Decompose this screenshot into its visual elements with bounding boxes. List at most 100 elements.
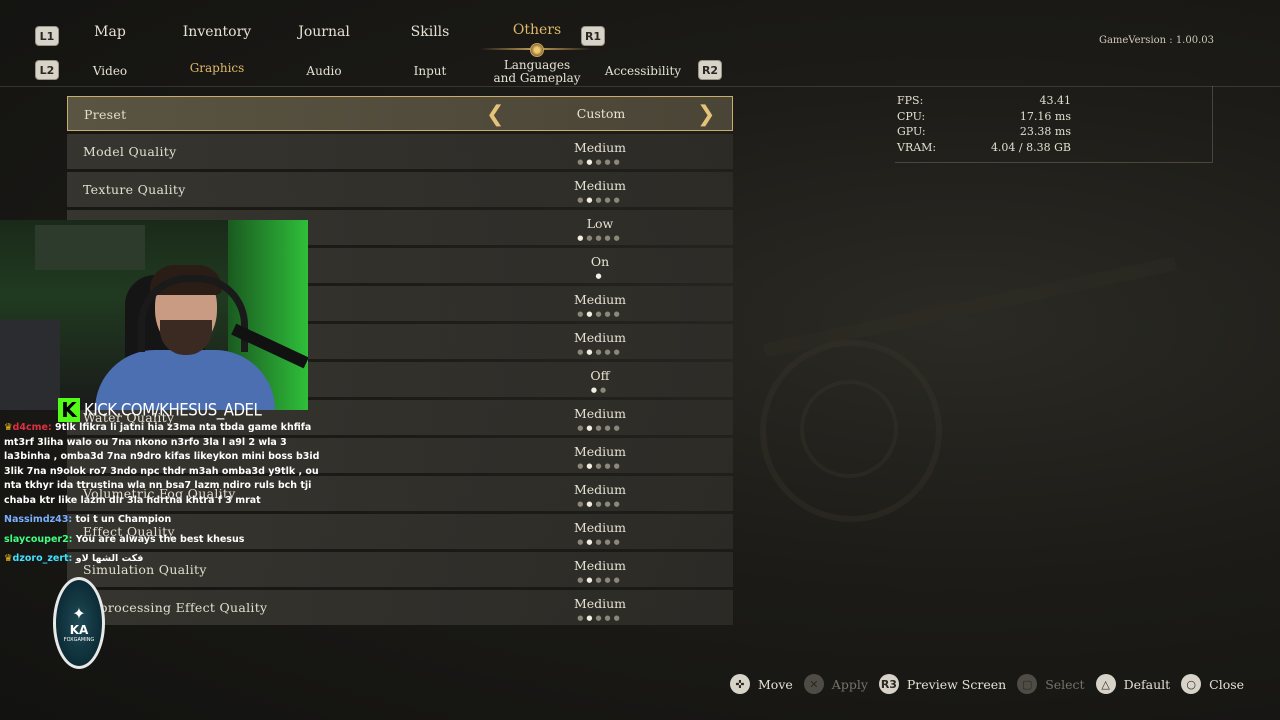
tab-map[interactable]: Map	[88, 24, 132, 40]
background-wheel-hub	[800, 380, 898, 478]
control-hint-preview-screen[interactable]: R3 Preview Screen	[878, 674, 1007, 694]
stat-row: CPU: 17.16 ms	[897, 110, 1071, 126]
setting-level-indicator: ●●●●●	[517, 234, 683, 242]
setting-level-indicator: ●●●●●	[517, 158, 683, 166]
level-dot: ●	[595, 614, 605, 622]
tab-audio[interactable]: Audio	[300, 65, 348, 78]
logo-badge-caption: FOXGAMING	[63, 636, 95, 643]
webcam-wall-poster	[35, 225, 145, 270]
level-dot: ●	[613, 576, 623, 584]
level-dot: ●	[613, 538, 623, 546]
setting-value: Medium	[573, 558, 627, 573]
setting-label: st-processing Effect Quality	[83, 600, 268, 615]
setting-value: Off	[590, 368, 610, 383]
level-dot: ●	[595, 310, 605, 318]
level-dot: ●	[595, 424, 605, 432]
cross-button-icon: ✕	[803, 674, 824, 694]
chevron-right-icon[interactable]: ❯	[697, 102, 715, 127]
crown-badge-icon: ♛	[4, 553, 13, 564]
level-dot: ●	[577, 500, 587, 508]
tab-skills[interactable]: Skills	[408, 24, 452, 40]
control-hint-apply[interactable]: ✕ Apply	[803, 674, 868, 694]
tab-inventory[interactable]: Inventory	[180, 24, 254, 40]
level-dot: ●	[595, 500, 605, 508]
control-hint-label: Close	[1209, 676, 1245, 692]
level-dot: ●	[604, 538, 614, 546]
setting-value: On	[590, 254, 610, 269]
stat-value: 4.04 / 8.38 GB	[990, 140, 1071, 154]
l1-button-icon[interactable]: L1	[35, 26, 59, 46]
level-dot: ●	[595, 196, 605, 204]
webcam-shelf	[0, 320, 60, 410]
circle-button-icon: ○	[1181, 674, 1202, 694]
setting-row[interactable]: Texture Quality Medium ●●●●●	[67, 172, 733, 207]
chat-message: ♛d4cme: 9tlk lfikra li jatni hia z3ma nt…	[4, 421, 324, 508]
tab-others[interactable]: Others	[509, 22, 565, 38]
stat-label: VRAM:	[897, 140, 937, 154]
level-dot: ●	[604, 576, 614, 584]
control-hint-default[interactable]: △ Default	[1095, 674, 1171, 694]
setting-level-indicator: ●●●●●	[517, 196, 683, 204]
chat-username: dzoro_zert:	[12, 553, 73, 564]
chevron-left-icon[interactable]: ❮	[486, 102, 504, 127]
setting-level-indicator: ●●●●●	[517, 538, 683, 546]
stat-label: GPU:	[897, 125, 926, 138]
stream-chat: ♛d4cme: 9tlk lfikra li jatni hia z3ma nt…	[4, 421, 324, 572]
control-hint-label: Preview Screen	[906, 676, 1007, 692]
tab-graphics[interactable]: Graphics	[184, 62, 250, 75]
background-cart-beam	[763, 256, 1177, 358]
control-hint-label: Move	[758, 676, 793, 692]
setting-value: Medium	[573, 140, 627, 155]
tab-languages-and-gameplay[interactable]: Languages and Gameplay	[492, 59, 582, 85]
setting-row[interactable]: st-processing Effect Quality Medium ●●●●●	[67, 590, 733, 625]
setting-value: Medium	[573, 178, 627, 193]
level-dot: ●	[595, 348, 605, 356]
level-dot: ●	[577, 576, 587, 584]
tab-input[interactable]: Input	[406, 65, 454, 78]
stats-divider	[895, 162, 1213, 163]
tab-video[interactable]: Video	[86, 65, 134, 78]
l2-button-icon[interactable]: L2	[35, 60, 59, 80]
stats-divider-vertical	[1212, 86, 1213, 162]
level-dot: ●	[604, 500, 614, 508]
level-dot: ●	[595, 234, 605, 242]
r2-button-icon[interactable]: R2	[698, 60, 722, 80]
setting-level-indicator: ●●	[517, 386, 683, 394]
tab-journal[interactable]: Journal	[294, 24, 354, 40]
level-dot: ●	[613, 462, 623, 470]
setting-value: Medium	[573, 596, 627, 611]
r1-button-icon[interactable]: R1	[581, 26, 605, 46]
setting-value: Custom	[576, 106, 626, 121]
control-hint-move[interactable]: ✜ Move	[730, 674, 793, 694]
setting-label: Model Quality	[83, 144, 177, 159]
setting-row[interactable]: Preset Custom ❮ ❯	[67, 96, 733, 131]
level-dot: ●	[577, 462, 587, 470]
chat-message: Nassimdz43: toi t un Champion	[4, 513, 324, 528]
stat-value: 23.38 ms	[1019, 125, 1071, 138]
setting-label: Texture Quality	[83, 182, 186, 197]
tab-accessibility[interactable]: Accessibility	[602, 65, 684, 78]
stat-row: VRAM: 4.04 / 8.38 GB	[897, 141, 1071, 157]
setting-level-indicator: ●●●●●	[517, 348, 683, 356]
control-hint-label: Default	[1123, 676, 1171, 692]
level-dot: ●	[604, 234, 614, 242]
control-hint-close[interactable]: ○ Close	[1181, 674, 1244, 694]
level-dot: ●	[595, 158, 605, 166]
setting-level-indicator: ●●●●●	[517, 462, 683, 470]
level-dot: ●	[613, 614, 623, 622]
level-dot: ●	[577, 196, 587, 204]
chat-message: slaycouper2: You are always the best khe…	[4, 533, 324, 548]
webcam-overlay	[0, 220, 308, 410]
streamer-logo-badge: ✦ KA FOXGAMING	[53, 577, 105, 669]
setting-row[interactable]: Model Quality Medium ●●●●●	[67, 134, 733, 169]
control-hint-label: Select	[1045, 676, 1085, 692]
level-dot: ●	[613, 234, 623, 242]
level-dot: ●	[577, 538, 587, 546]
setting-level-indicator: ●●●●●	[517, 424, 683, 432]
level-dot-active: ●	[577, 234, 587, 242]
setting-value: Medium	[573, 406, 627, 421]
level-dot: ●	[577, 310, 587, 318]
active-tab-indicator-icon	[530, 43, 544, 57]
control-hint-select[interactable]: ▢ Select	[1017, 674, 1085, 694]
level-dot: ●	[604, 614, 614, 622]
